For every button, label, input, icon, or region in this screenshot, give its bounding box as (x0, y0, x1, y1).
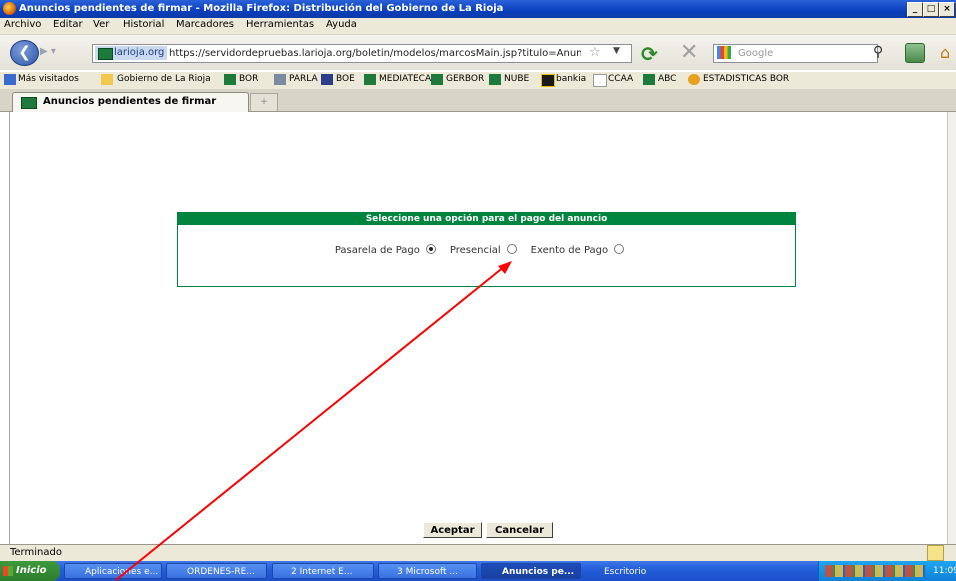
status-text: Terminado (10, 547, 62, 558)
radio-presencial[interactable] (506, 244, 517, 254)
bookmark-gerbor[interactable]: GERBOR (446, 74, 484, 84)
larioja-icon (431, 74, 443, 85)
site-label: larioja.org (114, 47, 165, 58)
bookmark-gobierno[interactable]: Gobierno de La Rioja (117, 74, 211, 84)
forward-button[interactable]: ▶ ▾ (40, 44, 58, 60)
task-escritorio[interactable]: Escritorio (585, 563, 665, 579)
stop-icon[interactable]: ✕ (680, 40, 698, 65)
cancel-button[interactable]: Cancelar (486, 522, 553, 538)
page-icon (593, 74, 607, 87)
site-identity[interactable]: larioja.org (95, 46, 168, 60)
bankia-icon (541, 74, 555, 87)
larioja-icon (224, 74, 236, 85)
menu-bar: Archivo Editar Ver Historial Marcadores … (0, 18, 956, 35)
tab-anuncios[interactable]: Anuncios pendientes de firmar (12, 92, 249, 112)
task-microsoft[interactable]: 3 Microsoft ... (378, 563, 477, 579)
url-dropdown-icon[interactable]: ▼ (613, 46, 620, 56)
bookmark-mediateca[interactable]: MEDIATECA (379, 74, 431, 84)
bookmark-abc[interactable]: ABC (658, 74, 676, 84)
payment-options-panel: Seleccione una opción para el pago del a… (177, 212, 796, 287)
larioja-icon (364, 74, 376, 85)
reload-icon[interactable]: ⟳ (641, 42, 658, 66)
menu-ver[interactable]: Ver (93, 19, 109, 30)
accept-button[interactable]: Aceptar (423, 522, 482, 538)
menu-archivo[interactable]: Archivo (4, 19, 41, 30)
system-tray: 11:09 (818, 561, 956, 581)
windows-taskbar: Inicio Aplicaciones e... ORDENES-RE... 2… (0, 561, 956, 581)
folder-icon (101, 74, 113, 85)
back-button[interactable]: ❮ (10, 40, 39, 66)
bookmark-bankia[interactable]: bankia (556, 74, 586, 84)
tab-title: Anuncios pendientes de firmar (43, 96, 217, 107)
home-icon[interactable]: ⌂ (940, 43, 950, 62)
page-content (9, 112, 948, 544)
maximize-button[interactable]: □ (923, 2, 939, 17)
option-label-presencial: Presencial (449, 245, 501, 256)
option-label-pasarela: Pasarela de Pago (334, 245, 420, 256)
tray-icons[interactable] (825, 565, 925, 577)
bookmark-nube[interactable]: NUBE (504, 74, 529, 84)
new-tab-button[interactable]: + (250, 93, 278, 111)
bookmark-parla[interactable]: PARLA (289, 74, 318, 84)
lock-icon[interactable] (927, 545, 944, 561)
radio-exento-de-pago[interactable] (614, 244, 625, 254)
windows-logo-icon (3, 566, 13, 576)
search-icon[interactable]: ⚲ (873, 44, 883, 60)
larioja-site-icon (98, 48, 113, 60)
option-label-exento: Exento de Pago (530, 245, 609, 256)
google-icon (717, 46, 731, 59)
tab-bar: Anuncios pendientes de firmar + (0, 89, 956, 112)
payment-options: Pasarela de Pago Presencial Exento de Pago (178, 244, 795, 256)
larioja-icon (643, 74, 655, 85)
boe-icon (321, 74, 333, 85)
larioja-icon (489, 74, 501, 85)
bookmark-mas-visitados[interactable]: Más visitados (18, 74, 79, 84)
start-button[interactable]: Inicio (0, 561, 60, 581)
menu-editar[interactable]: Editar (53, 19, 83, 30)
menu-herramientas[interactable]: Herramientas (246, 19, 314, 30)
search-box[interactable]: Google (713, 44, 878, 63)
scrollbar[interactable] (947, 112, 956, 544)
parla-icon (274, 74, 286, 85)
panel-header: Seleccione una opción para el pago del a… (178, 213, 795, 225)
radio-pasarela-de-pago[interactable] (425, 244, 436, 254)
bookmark-bor[interactable]: BOR (239, 74, 258, 84)
minimize-button[interactable]: _ (907, 2, 923, 17)
start-label: Inicio (16, 565, 47, 576)
window-title: Anuncios pendientes de firmar - Mozilla … (19, 3, 504, 14)
menu-marcadores[interactable]: Marcadores (176, 19, 234, 30)
bookmark-boe[interactable]: BOE (336, 74, 355, 84)
task-anuncios[interactable]: Anuncios pe... (481, 563, 581, 579)
larioja-tab-icon (21, 97, 37, 109)
clock: 11:09 (933, 566, 956, 576)
status-bar: Terminado (0, 544, 956, 561)
bookmark-star-icon[interactable]: ☆ (589, 45, 601, 60)
task-ordenes[interactable]: ORDENES-RE... (166, 563, 267, 579)
bookmarks-toolbar: Más visitados Gobierno de La Rioja BOR P… (0, 71, 956, 90)
bookmark-estadisticas-bor[interactable]: ESTADISTICAS BOR (703, 74, 789, 84)
window-title-bar: Anuncios pendientes de firmar - Mozilla … (0, 0, 956, 18)
bookmark-ccaa[interactable]: CCAA (608, 74, 633, 84)
menu-ayuda[interactable]: Ayuda (326, 19, 357, 30)
navigation-toolbar: ❮ ▶ ▾ larioja.org https://servidordeprue… (0, 35, 956, 70)
most-visited-icon (4, 74, 16, 85)
task-internet-explorer[interactable]: 2 Internet E... (272, 563, 374, 579)
menu-historial[interactable]: Historial (123, 19, 164, 30)
close-button[interactable]: × (939, 2, 955, 17)
downloads-icon[interactable] (905, 43, 925, 63)
firefox-icon (3, 2, 16, 15)
search-input[interactable]: Google (738, 46, 773, 61)
task-aplicaciones[interactable]: Aplicaciones e... (64, 563, 162, 579)
url-text[interactable]: https://servidordepruebas.larioja.org/bo… (169, 46, 581, 61)
firefox-icon (688, 74, 700, 85)
url-bar[interactable]: larioja.org https://servidordepruebas.la… (92, 44, 632, 63)
